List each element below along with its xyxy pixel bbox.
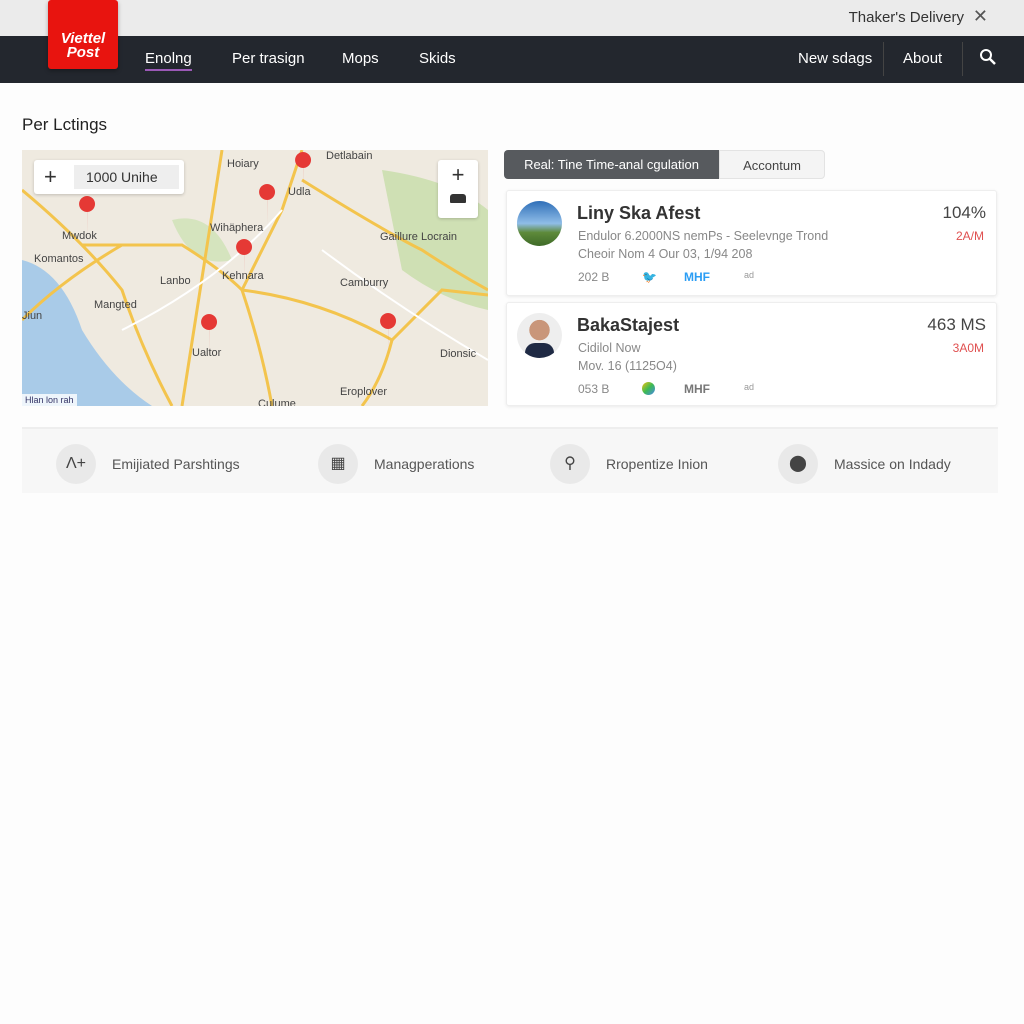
close-icon[interactable]: ✕: [973, 6, 988, 27]
nav-item-mops[interactable]: Mops: [342, 50, 379, 67]
avatar: [517, 313, 562, 358]
map-label: Udla: [288, 186, 311, 198]
feature-label: Rropentize Inion: [606, 456, 708, 472]
nav-item-new-sdags[interactable]: New sdags: [798, 50, 872, 67]
scale-value: 1000 Unihe: [74, 165, 179, 189]
layers-icon[interactable]: [450, 194, 466, 203]
map-label: Jiun: [22, 310, 43, 322]
map-label: Culume: [258, 398, 296, 406]
zoom-in-button[interactable]: +: [438, 160, 478, 190]
share-icon[interactable]: MHF: [684, 270, 710, 284]
text-add-icon: Λ+: [56, 444, 96, 484]
item-description: Cidilol Now: [578, 341, 641, 355]
share-icon[interactable]: MHF: [684, 382, 710, 396]
twitter-icon[interactable]: 🐦: [642, 270, 657, 284]
ad-icon: ad: [744, 270, 755, 280]
nav-item-per-trasign[interactable]: Per trasign: [232, 50, 305, 67]
map-label: Wihäphera: [210, 222, 264, 234]
list-item[interactable]: Liny Ska Afest Endulor 6.2000NS nemPs - …: [506, 190, 997, 296]
map-label: Ualtor: [192, 347, 222, 359]
nav-item-about[interactable]: About: [903, 50, 942, 67]
feature-bar: Λ+ Emijiated Parshtings ▦ Managperations ⚲…: [22, 427, 998, 493]
nav-item-enolng[interactable]: Enolng: [145, 50, 192, 71]
map-label: Mwdok: [62, 230, 97, 242]
window-title: Thaker's Delivery: [848, 9, 964, 26]
item-value: 463 MS: [927, 315, 986, 334]
item-subvalue: 3A0M: [952, 341, 984, 355]
nav-item-skids[interactable]: Skids: [419, 50, 456, 67]
search-icon[interactable]: [979, 48, 997, 70]
tab-accontum[interactable]: Accontum: [719, 150, 825, 179]
main-nav: Enolng Per trasign Mops Skids New sdags …: [0, 36, 1024, 83]
map-label: Hoiary: [227, 158, 259, 170]
map-label: Detlabain: [326, 150, 373, 162]
grid-icon: ▦: [318, 444, 358, 484]
map-label: Lanbo: [160, 275, 191, 287]
item-name: Liny Ska Afest: [577, 203, 701, 223]
avatar: [517, 201, 562, 246]
item-name: BakaStajest: [577, 315, 680, 335]
map-pin: [380, 313, 397, 355]
feature-label: Managperations: [374, 456, 475, 472]
map-label: Camburry: [340, 277, 389, 289]
feature-label: Emijiated Parshtings: [112, 456, 240, 472]
item-value: 104%: [942, 203, 986, 222]
map-scale-control: + 1000 Unihe: [34, 160, 184, 194]
item-date: Cheoir Nom 4 Our 03, 1/94 208: [578, 247, 753, 261]
map-pin: [259, 184, 276, 226]
logo[interactable]: Viettel Post: [48, 0, 118, 69]
item-meta: 202 B: [578, 270, 610, 284]
logo-line2: Post: [66, 44, 100, 61]
plus-icon[interactable]: +: [44, 164, 57, 190]
pin-badge-icon: ⬤: [778, 444, 818, 484]
page-title: Per Lctings: [22, 115, 108, 134]
item-date: Mov. 16 (1125O4): [578, 359, 677, 373]
feature-label: Massice on Indady: [834, 456, 951, 472]
nav-divider: [883, 42, 884, 76]
nav-divider: [962, 42, 963, 76]
map-zoom-control: +: [438, 160, 478, 218]
map-attribution[interactable]: Hlan lon rah: [22, 394, 77, 406]
item-description: Endulor 6.2000NS nemPs - Seelevnge Trond: [578, 229, 829, 243]
map-label: Komantos: [34, 253, 84, 265]
tab-real-time[interactable]: Real: Tine Time-anal cgulation: [504, 150, 719, 179]
map-label: Eroplover: [340, 386, 388, 398]
colorful-icon[interactable]: [642, 382, 655, 395]
item-subvalue: 2A/M: [955, 229, 984, 243]
map-label: Mangted: [94, 299, 137, 311]
map-label: Gaillure Locrain: [380, 231, 458, 243]
map-label: Kehnara: [222, 270, 264, 282]
map-label: Dionsic: [440, 348, 477, 360]
list-item[interactable]: BakaStajest Cidilol Now Mov. 16 (1125O4)…: [506, 302, 997, 406]
map[interactable]: Hoiary Detlabain Udla Wihäphera Mwdok Ko…: [22, 150, 488, 406]
key-icon: ⚲: [550, 444, 590, 484]
item-meta: 053 B: [578, 382, 610, 396]
window-titlebar: Thaker's Delivery ✕: [0, 0, 1024, 36]
ad-icon: ad: [744, 382, 755, 392]
